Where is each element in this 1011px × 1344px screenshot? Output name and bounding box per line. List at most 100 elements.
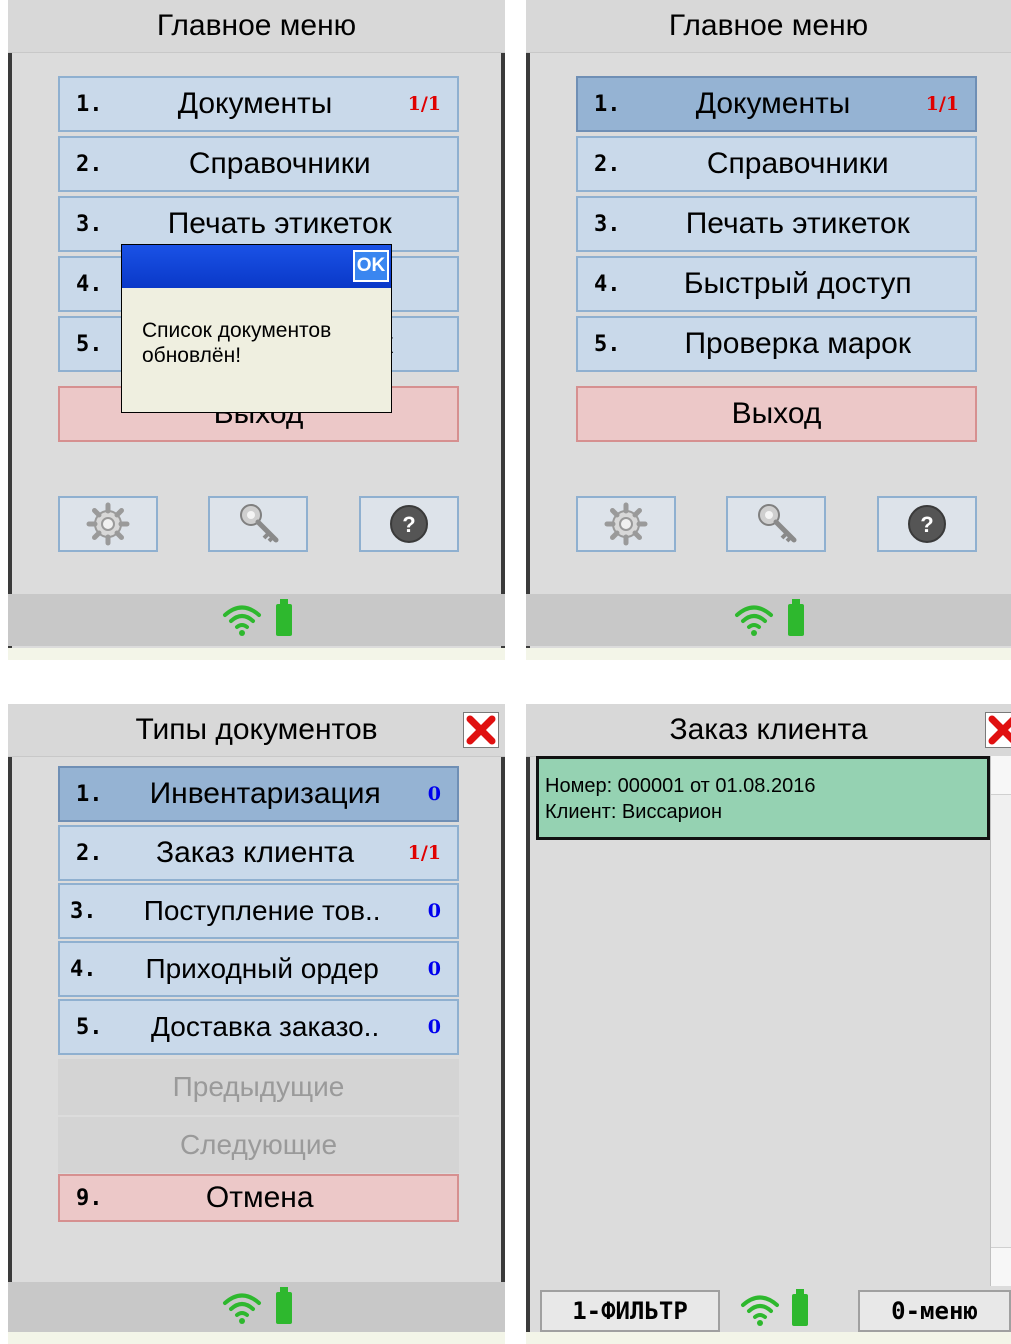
menu-item-references[interactable]: 2. Справочники <box>576 136 977 192</box>
title-bar: Главное меню <box>8 0 505 53</box>
panel-border <box>501 704 505 1344</box>
menu-item-number: 3. <box>70 898 97 924</box>
order-list-item[interactable]: Номер: 000001 от 01.08.2016 Клиент: Висс… <box>536 756 990 840</box>
help-button[interactable] <box>359 496 459 552</box>
bottom-strip <box>8 648 505 660</box>
status-bar <box>8 594 505 646</box>
key-icon <box>236 502 280 546</box>
menu-item-number: 1. <box>76 781 103 807</box>
menu-item-documents[interactable]: 1. Документы 1/1 <box>576 76 977 132</box>
scroll-down-arrow[interactable] <box>991 1247 1011 1286</box>
battery-icon <box>787 599 804 636</box>
menu-item-number: 2. <box>76 151 103 177</box>
close-button[interactable] <box>463 712 499 748</box>
menu-item-label-printing[interactable]: 3. Печать этикеток <box>576 196 977 252</box>
wifi-icon <box>222 605 261 638</box>
doc-type-inventory[interactable]: 1. Инвентаризация 0 <box>58 766 459 822</box>
notification-dialog: OK Список документов обновлён! <box>121 244 392 413</box>
menu-item-references[interactable]: 2. Справочники <box>58 136 459 192</box>
page-title: Заказ клиента <box>669 713 868 746</box>
document-count-badge: 1/1 <box>925 93 959 115</box>
bottom-strip <box>8 1332 505 1344</box>
menu-item-number: 1. <box>594 91 621 117</box>
vertical-scrollbar[interactable] <box>990 756 1011 1286</box>
document-count-badge: 0 <box>427 958 441 980</box>
wifi-icon <box>741 1295 779 1328</box>
settings-gear-icon <box>86 502 130 546</box>
menu-item-number: 4. <box>70 956 97 982</box>
filter-button[interactable]: 1-ФИЛЬТР <box>540 1290 720 1332</box>
cancel-button[interactable]: 9. Отмена <box>58 1174 459 1222</box>
order-client: Клиент: Виссарион <box>545 801 723 823</box>
screen-document-types: Типы документов 1. Инвентаризация 0 2. З… <box>8 704 505 1344</box>
menu-item-number: 1. <box>76 91 103 117</box>
help-button[interactable] <box>877 496 977 552</box>
page-title: Главное меню <box>156 9 357 42</box>
battery-icon <box>792 1289 808 1326</box>
menu-item-documents[interactable]: 1. Документы 1/1 <box>58 76 459 132</box>
key-button[interactable] <box>208 496 308 552</box>
menu-item-label: Инвентаризация <box>149 777 381 810</box>
next-page-button[interactable]: Следующие <box>58 1117 459 1173</box>
ok-button[interactable]: OK <box>353 250 389 282</box>
key-icon <box>754 502 798 546</box>
menu-item-number: 5. <box>594 331 621 357</box>
dialog-title-bar: OK <box>122 245 391 288</box>
dialog-message: Список документов обновлён! <box>142 319 332 367</box>
help-icon <box>390 505 428 543</box>
menu-item-number: 4. <box>76 271 103 297</box>
menu-item-label: Документы <box>695 87 851 120</box>
doc-type-customer-order[interactable]: 2. Заказ клиента 1/1 <box>58 825 459 881</box>
menu-item-label: Печать этикеток <box>167 207 392 240</box>
title-bar: Главное меню <box>526 0 1011 53</box>
settings-button[interactable] <box>58 496 158 552</box>
help-icon <box>908 505 946 543</box>
menu-item-label: Доставка заказо.. <box>151 1011 380 1042</box>
wifi-icon <box>222 1293 261 1326</box>
status-indicators <box>740 1289 808 1328</box>
page-title: Типы документов <box>135 713 378 746</box>
status-bar <box>526 594 1011 646</box>
document-count-badge: 1/1 <box>407 93 441 115</box>
previous-label: Предыдущие <box>172 1071 345 1102</box>
document-count-badge: 0 <box>427 1016 441 1038</box>
menu-item-stamp-check[interactable]: 5. Проверка марок <box>576 316 977 372</box>
doc-type-goods-receipt[interactable]: 3. Поступление тов.. 0 <box>58 883 459 939</box>
title-bar: Типы документов <box>8 704 505 757</box>
menu-item-label: Приходный ордер <box>145 953 379 984</box>
menu-item-number: 5. <box>76 1014 103 1040</box>
menu-item-label: Заказ клиента <box>156 836 355 869</box>
menu-button[interactable]: 0-меню <box>858 1290 1011 1332</box>
screen-main-menu: Главное меню 1. Документы 1/1 2. Справоч… <box>526 0 1011 660</box>
panel-border <box>526 704 530 1344</box>
menu-item-label: Справочники <box>706 147 889 180</box>
doc-type-order-delivery[interactable]: 5. Доставка заказо.. 0 <box>58 999 459 1055</box>
close-icon <box>986 713 1011 747</box>
panel-border <box>526 0 530 660</box>
panel-border <box>501 0 505 660</box>
document-count-badge: 0 <box>427 900 441 922</box>
menu-item-label: Документы <box>177 87 333 120</box>
menu-item-number: 3. <box>76 211 103 237</box>
menu-item-label: Поступление тов.. <box>143 895 381 926</box>
battery-icon <box>275 599 292 636</box>
panel-border <box>8 0 12 660</box>
status-bar <box>8 1282 505 1334</box>
next-label: Следующие <box>179 1129 338 1160</box>
cancel-label: Отмена <box>205 1181 314 1214</box>
close-button[interactable] <box>985 712 1011 748</box>
menu-item-number: 4. <box>594 271 621 297</box>
title-bar: Заказ клиента <box>526 704 1011 757</box>
menu-item-number: 3. <box>594 211 621 237</box>
page-title: Главное меню <box>668 9 869 42</box>
menu-item-label: Проверка марок <box>684 327 911 360</box>
scroll-up-arrow[interactable] <box>991 756 1011 795</box>
settings-gear-icon <box>604 502 648 546</box>
doc-type-incoming-order[interactable]: 4. Приходный ордер 0 <box>58 941 459 997</box>
settings-button[interactable] <box>576 496 676 552</box>
exit-button[interactable]: Выход <box>576 386 977 442</box>
menu-item-quick-access[interactable]: 4. Быстрый доступ <box>576 256 977 312</box>
previous-page-button[interactable]: Предыдущие <box>58 1059 459 1115</box>
key-button[interactable] <box>726 496 826 552</box>
bottom-strip <box>526 1332 1011 1344</box>
